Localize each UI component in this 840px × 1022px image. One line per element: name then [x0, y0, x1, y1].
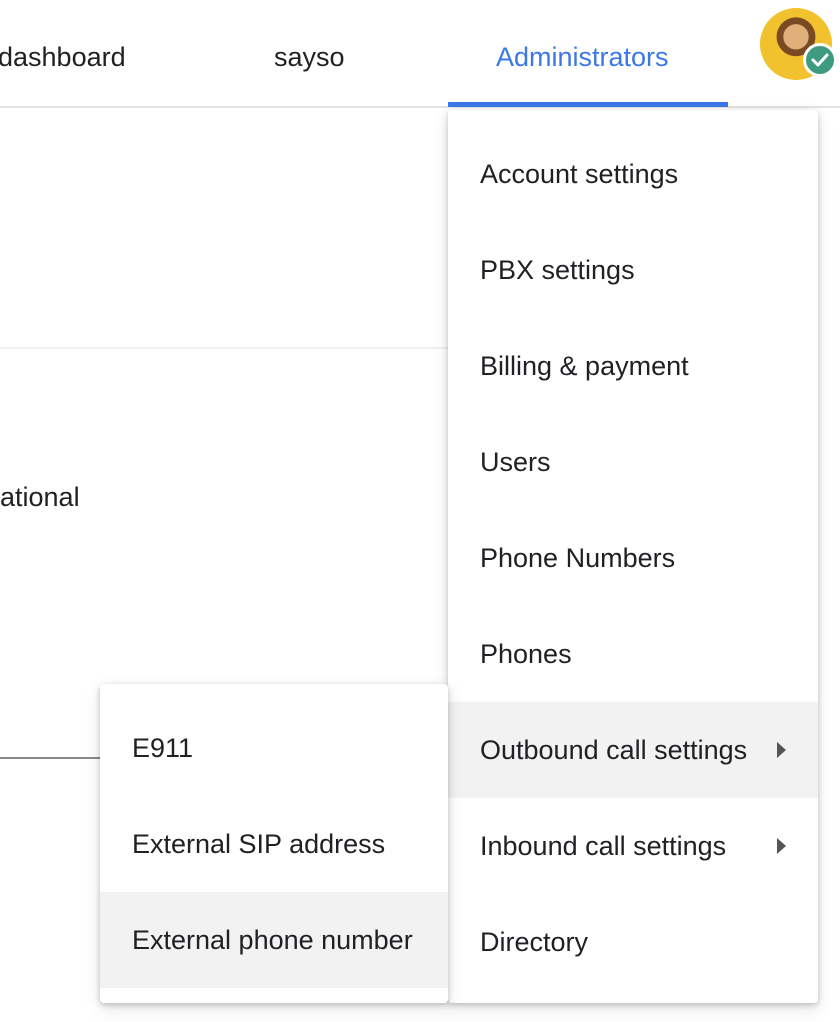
top-navigation: dashboard sayso Administrators [0, 0, 840, 108]
tab-administrators[interactable]: Administrators [496, 42, 669, 73]
menu-item-label: Directory [480, 926, 589, 957]
menu-item-account-settings[interactable]: Account settings [448, 126, 818, 222]
menu-item-phone-numbers[interactable]: Phone Numbers [448, 510, 818, 606]
background-divider [0, 347, 448, 349]
chevron-right-icon [777, 838, 786, 854]
submenu-item-label: External SIP address [132, 828, 386, 859]
submenu-item-label: External phone number [132, 924, 413, 955]
menu-item-pbx-settings[interactable]: PBX settings [448, 222, 818, 318]
outbound-call-settings-submenu: E911 External SIP address External phone… [100, 684, 448, 1003]
menu-item-label: Phone Numbers [480, 542, 676, 573]
submenu-item-external-phone-number[interactable]: External phone number [100, 892, 448, 988]
menu-item-label: Account settings [480, 158, 679, 189]
menu-item-users[interactable]: Users [448, 414, 818, 510]
menu-item-inbound-call-settings[interactable]: Inbound call settings [448, 798, 818, 894]
menu-item-label: Billing & payment [480, 350, 689, 381]
submenu-item-external-sip-address[interactable]: External SIP address [100, 796, 448, 892]
background-text: ational [0, 482, 80, 512]
menu-item-phones[interactable]: Phones [448, 606, 818, 702]
menu-item-label: Phones [480, 638, 572, 669]
active-tab-indicator [448, 102, 728, 107]
menu-item-outbound-call-settings[interactable]: Outbound call settings [448, 702, 818, 798]
menu-item-label: Users [480, 446, 551, 477]
menu-item-label: PBX settings [480, 254, 635, 285]
administrators-menu: Account settings PBX settings Billing & … [448, 110, 818, 1003]
menu-item-billing-payment[interactable]: Billing & payment [448, 318, 818, 414]
menu-item-label: Outbound call settings [480, 734, 748, 765]
chevron-right-icon [777, 742, 786, 758]
background-field-underline [0, 757, 110, 759]
tab-dashboard[interactable]: dashboard [0, 42, 126, 73]
submenu-item-e911[interactable]: E911 [100, 700, 448, 796]
menu-item-label: Inbound call settings [480, 830, 727, 861]
tab-sayso[interactable]: sayso [274, 42, 345, 73]
check-icon [803, 43, 837, 77]
menu-item-directory[interactable]: Directory [448, 894, 818, 990]
submenu-item-label: E911 [132, 732, 194, 763]
